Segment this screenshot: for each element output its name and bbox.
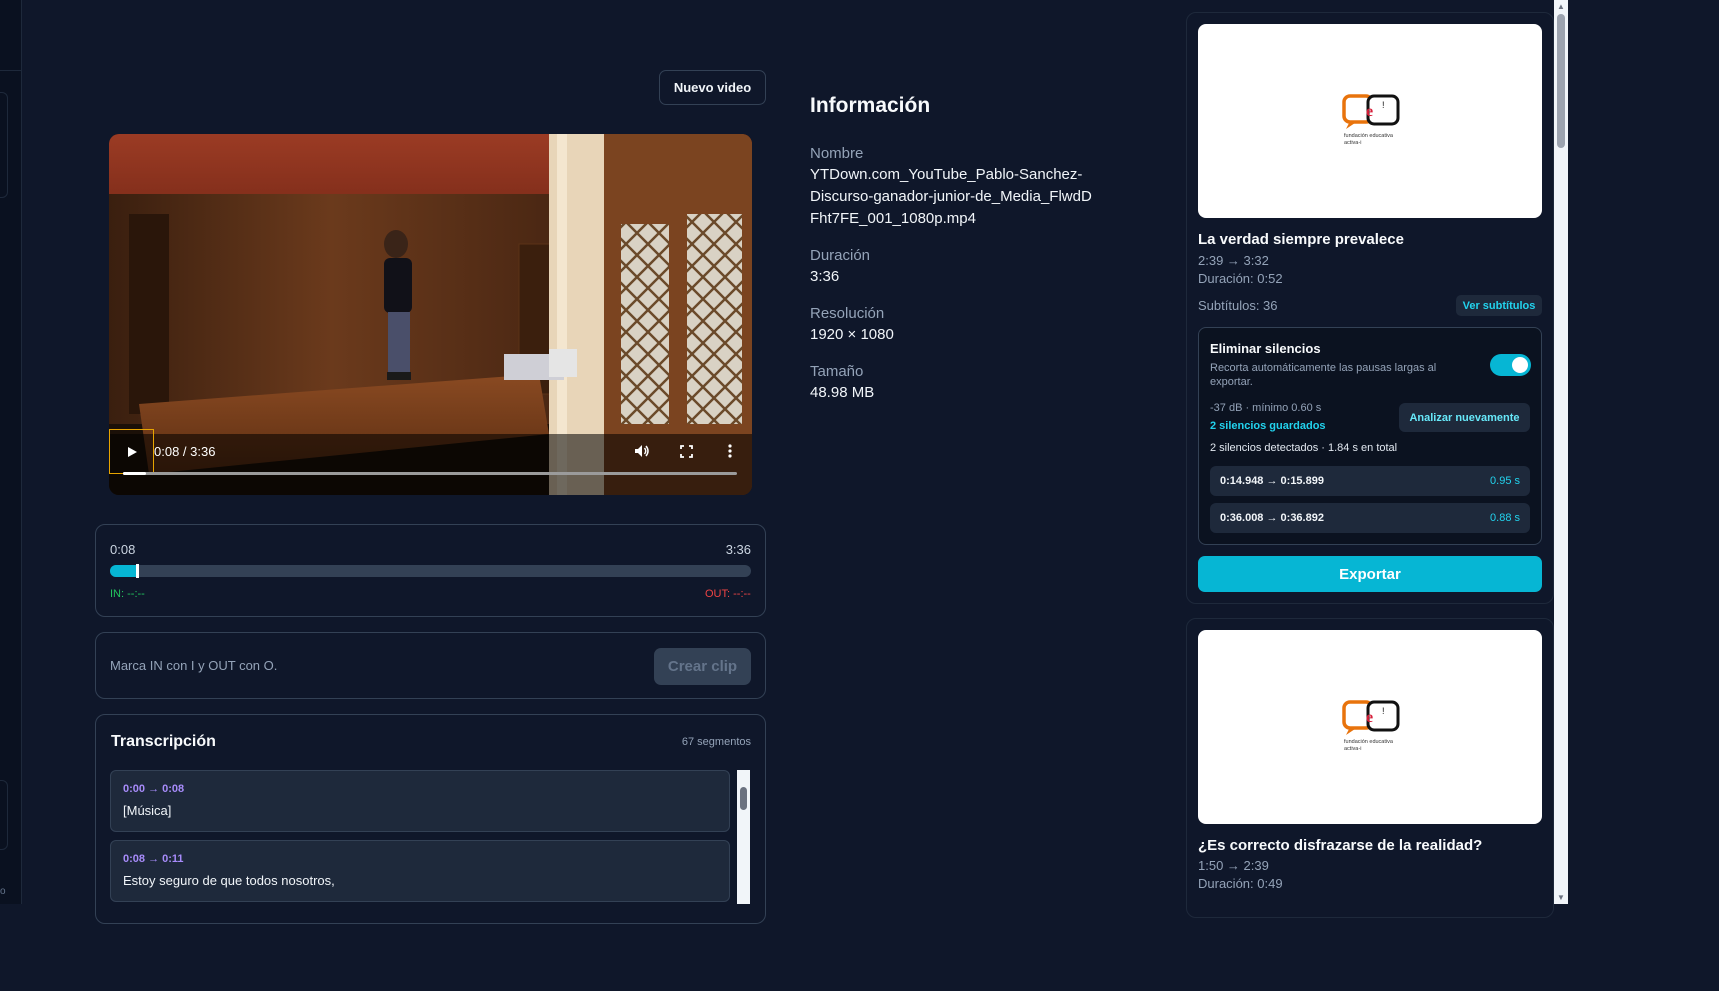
segment-text: Estoy seguro de que todos nosotros, [123, 873, 335, 888]
sidebar-text: o [0, 886, 6, 897]
toggle-knob [1512, 357, 1528, 373]
silence-range: 0:14.948 → 0:15.899 [1220, 475, 1324, 487]
play-icon [127, 446, 137, 457]
svg-text:e: e [1366, 709, 1373, 726]
new-video-button[interactable]: Nuevo video [659, 70, 766, 105]
transcript-scrollbar-thumb[interactable] [740, 787, 747, 810]
video-time: 0:08 / 3:36 [154, 444, 216, 459]
svg-text:activa-i: activa-i [1344, 140, 1361, 146]
clip-range-fill [110, 565, 136, 577]
video-player[interactable] [109, 134, 752, 495]
foundation-logo: e ! fundación educativa activa-i [1342, 94, 1400, 146]
silence-summary: 2 silencios detectados · 1.84 s en total [1210, 442, 1398, 454]
clip-duration: Duración: 0:49 [1198, 876, 1283, 891]
segment-time: 0:00 → 0:08 [123, 783, 185, 795]
range-end-time: 3:36 [725, 542, 751, 557]
duration-label: Duración [810, 247, 871, 264]
clip-title: ¿Es correcto disfrazarse de la realidad? [1198, 837, 1483, 854]
silence-removal-title: Eliminar silencios [1210, 341, 1321, 356]
video-seekbar[interactable] [123, 472, 737, 475]
volume-icon [635, 445, 649, 457]
out-point-label: OUT: --:-- [705, 588, 751, 600]
scroll-down-icon[interactable]: ▼ [1556, 893, 1566, 902]
name-value: YTDown.com_YouTube_Pablo-Sanchez-Discurs… [810, 166, 1092, 227]
silence-parameters: -37 dB · mínimo 0.60 s [1210, 402, 1322, 414]
clip-hint: Marca IN con I y OUT con O. [110, 658, 278, 673]
clip-range-slider[interactable] [110, 565, 751, 577]
foundation-logo: e ! fundación educativa activa-i [1342, 700, 1400, 752]
clip-duration: Duración: 0:52 [1198, 271, 1283, 286]
segment-time: 0:08 → 0:11 [123, 853, 184, 865]
more-options-button[interactable] [719, 440, 741, 462]
fullscreen-icon [679, 444, 693, 458]
volume-button[interactable] [631, 440, 653, 462]
svg-text:fundación educativa: fundación educativa [1344, 739, 1394, 745]
silence-duration: 0.88 s [1490, 512, 1520, 524]
play-button[interactable] [109, 429, 154, 474]
clip-range: 2:39 → 3:32 [1198, 253, 1269, 268]
clip-thumbnail[interactable]: e ! fundación educativa activa-i [1198, 24, 1542, 218]
video-frame [109, 134, 752, 495]
in-point-label: IN: --:-- [110, 588, 145, 600]
svg-text:!: ! [1382, 100, 1385, 110]
resolution-label: Resolución [810, 305, 885, 322]
silence-range: 0:36.008 → 0:36.892 [1220, 512, 1324, 524]
name-label: Nombre [810, 145, 864, 162]
export-button[interactable]: Exportar [1198, 556, 1542, 592]
sidebar-divider [0, 70, 22, 71]
silence-duration: 0.95 s [1490, 475, 1520, 487]
svg-text:activa-i: activa-i [1344, 746, 1361, 752]
transcript-segment[interactable]: 0:00 → 0:08 [Música] [110, 770, 730, 832]
size-value: 48.98 MB [810, 384, 875, 401]
silence-removal-description: Recorta automáticamente las pausas larga… [1210, 362, 1437, 388]
clip-range-handle[interactable] [136, 564, 139, 578]
svg-text:e: e [1366, 103, 1373, 120]
info-title: Información [810, 94, 931, 117]
clip-range: 1:50 → 2:39 [1198, 858, 1269, 873]
clip-subtitle-count: Subtítulos: 36 [1198, 298, 1278, 313]
sidebar-panel [0, 92, 8, 198]
transcript-title: Transcripción [111, 733, 216, 750]
svg-text:!: ! [1382, 706, 1385, 716]
clip-thumbnail[interactable]: e ! fundación educativa activa-i [1198, 630, 1542, 824]
silence-item[interactable]: 0:36.008 → 0:36.892 0.88 s [1210, 503, 1530, 533]
video-seekbar-progress [123, 472, 146, 475]
silence-item[interactable]: 0:14.948 → 0:15.899 0.95 s [1210, 466, 1530, 496]
view-subtitles-button[interactable]: Ver subtítulos [1456, 295, 1542, 316]
create-clip-button[interactable]: Crear clip [654, 648, 751, 685]
transcript-segment[interactable]: 0:08 → 0:11 Estoy seguro de que todos no… [110, 840, 730, 902]
clip-title: La verdad siempre prevalece [1198, 231, 1404, 248]
reanalyze-button[interactable]: Analizar nuevamente [1399, 403, 1530, 432]
duration-value: 3:36 [810, 268, 840, 285]
svg-text:fundación educativa: fundación educativa [1344, 133, 1394, 139]
saved-silences-link[interactable]: 2 silencios guardados [1210, 420, 1326, 432]
scroll-up-icon[interactable]: ▲ [1556, 2, 1566, 11]
segment-text: [Música] [123, 803, 172, 818]
fullscreen-button[interactable] [675, 440, 697, 462]
transcript-segment-count: 67 segmentos [681, 736, 751, 748]
sidebar-panel [0, 780, 8, 850]
window-scrollbar-thumb[interactable] [1557, 14, 1565, 148]
more-vert-icon [728, 444, 732, 458]
range-start-time: 0:08 [110, 542, 136, 557]
resolution-value: 1920 × 1080 [810, 326, 894, 343]
size-label: Tamaño [810, 363, 864, 380]
